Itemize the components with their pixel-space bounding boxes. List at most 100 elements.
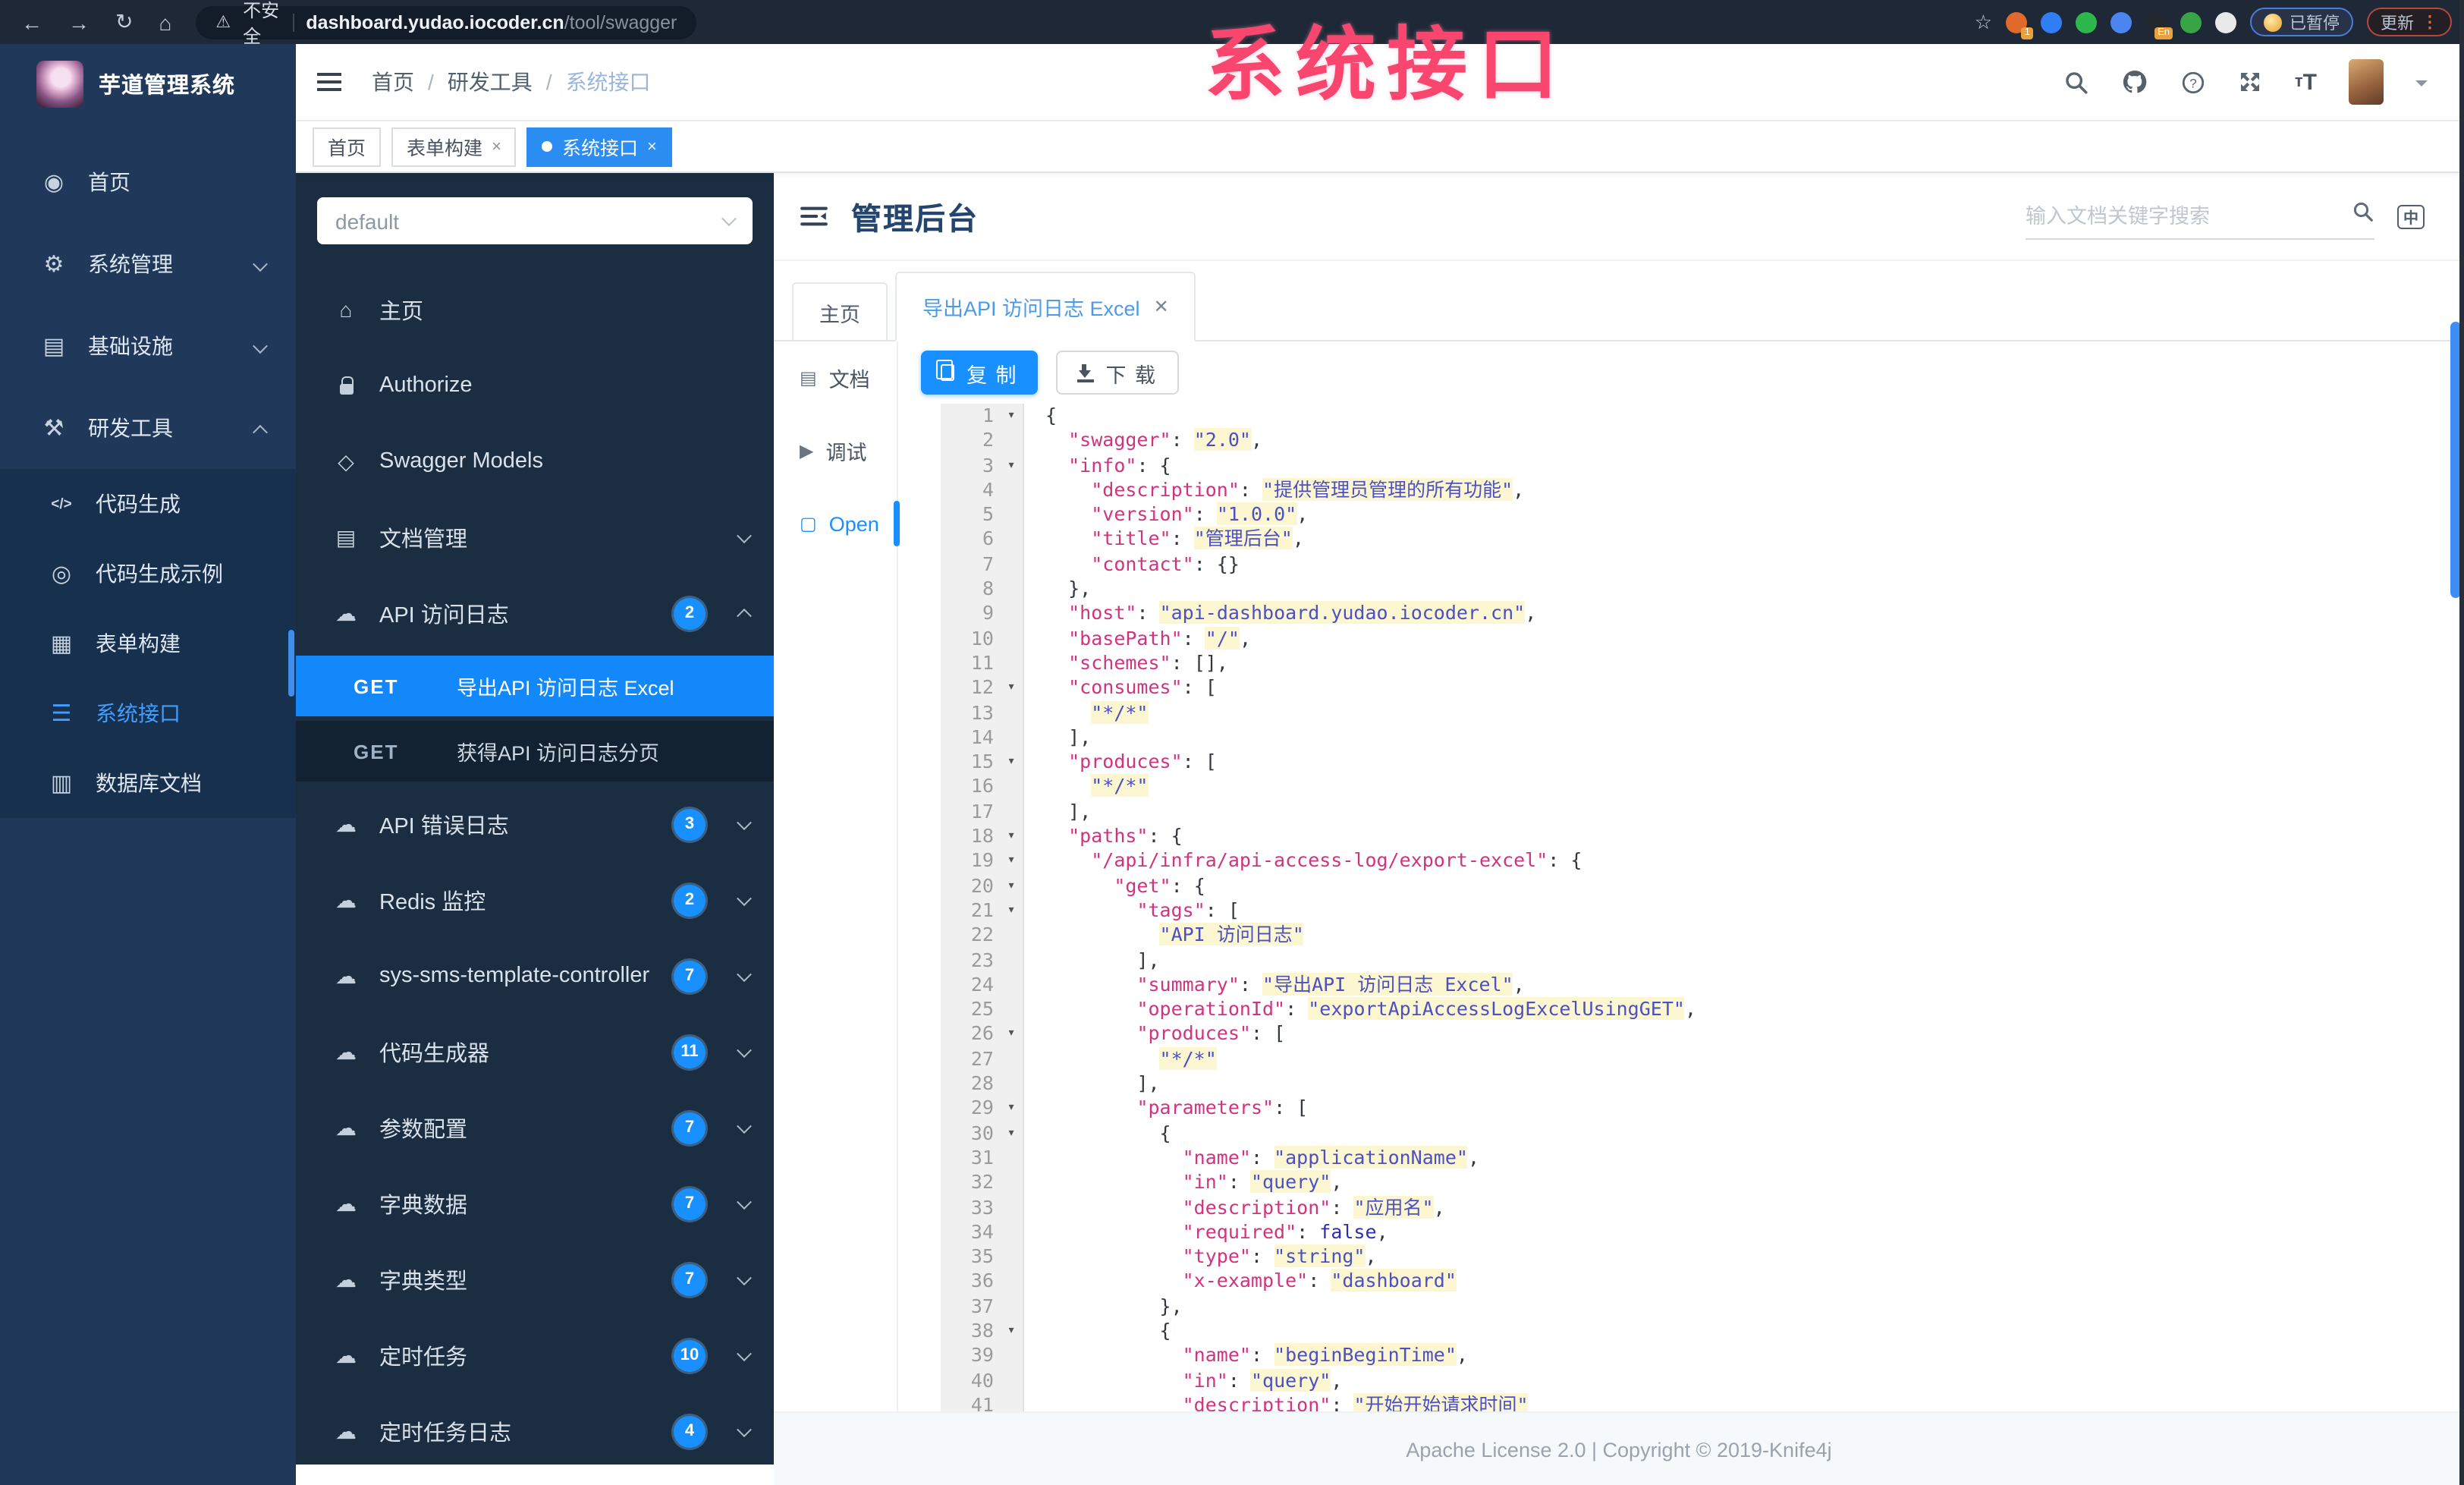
group-select[interactable]: default bbox=[317, 197, 753, 244]
sidebar-item-6[interactable]: ▦ 表单构建 bbox=[0, 609, 296, 678]
sidebar-item-3[interactable]: ⚒ 研发工具 bbox=[0, 387, 296, 469]
font-size-icon[interactable]: тT bbox=[2295, 69, 2317, 95]
api-group-10[interactable]: ☁ 代码生成器 11 bbox=[296, 1014, 774, 1090]
line-number[interactable]: 23 bbox=[941, 948, 1000, 973]
line-number[interactable]: 18 bbox=[941, 824, 1000, 849]
line-number[interactable]: 38 bbox=[941, 1319, 1000, 1344]
sidebar-item-5[interactable]: ◎ 代码生成示例 bbox=[0, 539, 296, 609]
reload-icon[interactable]: ↻ bbox=[115, 9, 133, 35]
line-number[interactable]: 7 bbox=[941, 552, 1000, 577]
line-number[interactable]: 11 bbox=[941, 651, 1000, 676]
sidebar-item-8[interactable]: ▥ 数据库文档 bbox=[0, 748, 296, 818]
side-tab-1[interactable]: ▶ 调试 bbox=[774, 414, 897, 487]
ext-blue-drop-icon[interactable] bbox=[2041, 11, 2062, 33]
search-icon[interactable] bbox=[2064, 69, 2090, 95]
line-number[interactable]: 13 bbox=[941, 700, 1000, 725]
fold-arrow-icon[interactable]: ▾ bbox=[1000, 824, 1023, 849]
download-button[interactable]: 下 载 bbox=[1055, 351, 1179, 395]
api-group-11[interactable]: ☁ 参数配置 7 bbox=[296, 1090, 774, 1166]
api-group-12[interactable]: ☁ 字典数据 7 bbox=[296, 1166, 774, 1241]
line-number[interactable]: 39 bbox=[941, 1344, 1000, 1369]
line-number[interactable]: 31 bbox=[941, 1146, 1000, 1171]
line-number[interactable]: 24 bbox=[941, 973, 1000, 998]
api-group-3[interactable]: ▤ 文档管理 bbox=[296, 499, 774, 575]
line-number[interactable]: 37 bbox=[941, 1294, 1000, 1319]
api-nav-0[interactable]: ⌂ 主页 bbox=[296, 272, 774, 348]
line-number[interactable]: 9 bbox=[941, 602, 1000, 627]
line-number[interactable]: 22 bbox=[941, 923, 1000, 948]
line-number[interactable]: 32 bbox=[941, 1170, 1000, 1195]
close-icon[interactable]: ✕ bbox=[1154, 296, 1169, 317]
line-number[interactable]: 29 bbox=[941, 1096, 1000, 1122]
line-number[interactable]: 19 bbox=[941, 849, 1000, 874]
breadcrumb-item[interactable]: 系统接口 bbox=[566, 67, 651, 97]
help-icon[interactable]: ? bbox=[2181, 69, 2207, 95]
fold-arrow-icon[interactable]: ▾ bbox=[1000, 1096, 1023, 1122]
language-toggle-icon[interactable]: 中 bbox=[2397, 204, 2425, 228]
fold-arrow-icon[interactable]: ▾ bbox=[1000, 750, 1023, 775]
sidebar-item-2[interactable]: ▤ 基础设施 bbox=[0, 305, 296, 387]
paused-extension-pill[interactable]: 已暂停 bbox=[2250, 8, 2353, 36]
line-number[interactable]: 34 bbox=[941, 1220, 1000, 1245]
line-number[interactable]: 1 bbox=[941, 404, 1000, 429]
line-number[interactable]: 14 bbox=[941, 725, 1000, 750]
kebab-menu-icon[interactable]: ⋮ bbox=[2422, 12, 2438, 32]
sidebar-item-0[interactable]: ◉ 首页 bbox=[0, 141, 296, 223]
update-button[interactable]: 更新 ⋮ bbox=[2367, 8, 2452, 36]
line-number[interactable]: 40 bbox=[941, 1368, 1000, 1393]
sidebar-scrollbar-thumb[interactable] bbox=[288, 630, 294, 697]
line-number[interactable]: 15 bbox=[941, 750, 1000, 775]
line-number[interactable]: 25 bbox=[941, 997, 1000, 1022]
api-group-4[interactable]: ☁ API 访问日志 2 bbox=[296, 575, 774, 651]
fold-arrow-icon[interactable]: ▾ bbox=[1000, 898, 1023, 923]
line-number[interactable]: 16 bbox=[941, 775, 1000, 800]
address-bar[interactable]: ⚠ 不安全 dashboard.yudao.iocoder.cn/tool/sw… bbox=[196, 0, 697, 46]
api-group-14[interactable]: ☁ 定时任务 10 bbox=[296, 1317, 774, 1393]
fold-arrow-icon[interactable]: ▾ bbox=[1000, 676, 1023, 701]
fold-arrow-icon[interactable]: ▾ bbox=[1000, 453, 1023, 478]
line-number[interactable]: 10 bbox=[941, 626, 1000, 651]
close-icon[interactable]: × bbox=[647, 137, 657, 156]
ext-orange-icon[interactable]: 1 bbox=[2006, 11, 2033, 39]
line-number[interactable]: 20 bbox=[941, 873, 1000, 898]
line-number[interactable]: 2 bbox=[941, 429, 1000, 454]
hamburger-icon[interactable] bbox=[317, 73, 341, 91]
fold-arrow-icon[interactable]: ▾ bbox=[1000, 873, 1023, 898]
api-group-7[interactable]: ☁ API 错误日志 3 bbox=[296, 786, 774, 862]
browser-home-icon[interactable]: ⌂ bbox=[159, 10, 171, 34]
line-number[interactable]: 21 bbox=[941, 898, 1000, 923]
ext-white-flower-icon[interactable] bbox=[2215, 11, 2236, 33]
breadcrumb-item[interactable]: 研发工具 bbox=[448, 67, 533, 97]
line-number[interactable]: 12 bbox=[941, 676, 1000, 701]
line-number[interactable]: 35 bbox=[941, 1244, 1000, 1269]
fold-arrow-icon[interactable]: ▾ bbox=[1000, 1022, 1023, 1047]
back-icon[interactable]: ← bbox=[21, 10, 42, 34]
api-group-9[interactable]: ☁ sys-sms-template-controller 7 bbox=[296, 938, 774, 1014]
api-operation-5[interactable]: GET 导出API 访问日志 Excel bbox=[296, 656, 774, 716]
fold-arrow-icon[interactable]: ▾ bbox=[1000, 1319, 1023, 1344]
api-operation-6[interactable]: GET 获得API 访问日志分页 bbox=[296, 721, 774, 782]
api-group-15[interactable]: ☁ 定时任务日志 4 bbox=[296, 1393, 774, 1465]
fold-arrow-icon[interactable]: ▾ bbox=[1000, 404, 1023, 429]
tag-item-2[interactable]: 系统接口 × bbox=[526, 127, 672, 166]
sidebar-item-4[interactable]: </> 代码生成 bbox=[0, 469, 296, 539]
collapse-sidebar-icon[interactable] bbox=[800, 205, 828, 228]
doc-tab-1[interactable]: 导出API 访问日志 Excel ✕ bbox=[895, 272, 1196, 341]
chevron-down-icon[interactable] bbox=[2415, 80, 2428, 93]
fold-arrow-icon[interactable]: ▾ bbox=[1000, 1121, 1023, 1146]
bookmark-star-icon[interactable]: ☆ bbox=[1975, 10, 1992, 34]
sidebar-item-1[interactable]: ⚙ 系统管理 bbox=[0, 223, 296, 305]
line-number[interactable]: 8 bbox=[941, 577, 1000, 602]
ext-dark-en-icon[interactable]: En bbox=[2145, 11, 2173, 39]
github-icon[interactable] bbox=[2122, 68, 2149, 96]
doc-tab-0[interactable]: 主页 bbox=[792, 282, 888, 340]
side-tab-0[interactable]: ▤ 文档 bbox=[774, 341, 897, 414]
api-nav-2[interactable]: ◇ Swagger Models bbox=[296, 423, 774, 499]
ext-blue-grid-icon[interactable] bbox=[2110, 11, 2132, 33]
breadcrumb-item[interactable]: 首页 bbox=[372, 67, 414, 97]
line-number[interactable]: 33 bbox=[941, 1195, 1000, 1220]
line-number[interactable]: 5 bbox=[941, 502, 1000, 527]
line-number[interactable]: 36 bbox=[941, 1269, 1000, 1295]
api-group-13[interactable]: ☁ 字典类型 7 bbox=[296, 1241, 774, 1317]
forward-icon[interactable]: → bbox=[68, 10, 90, 34]
